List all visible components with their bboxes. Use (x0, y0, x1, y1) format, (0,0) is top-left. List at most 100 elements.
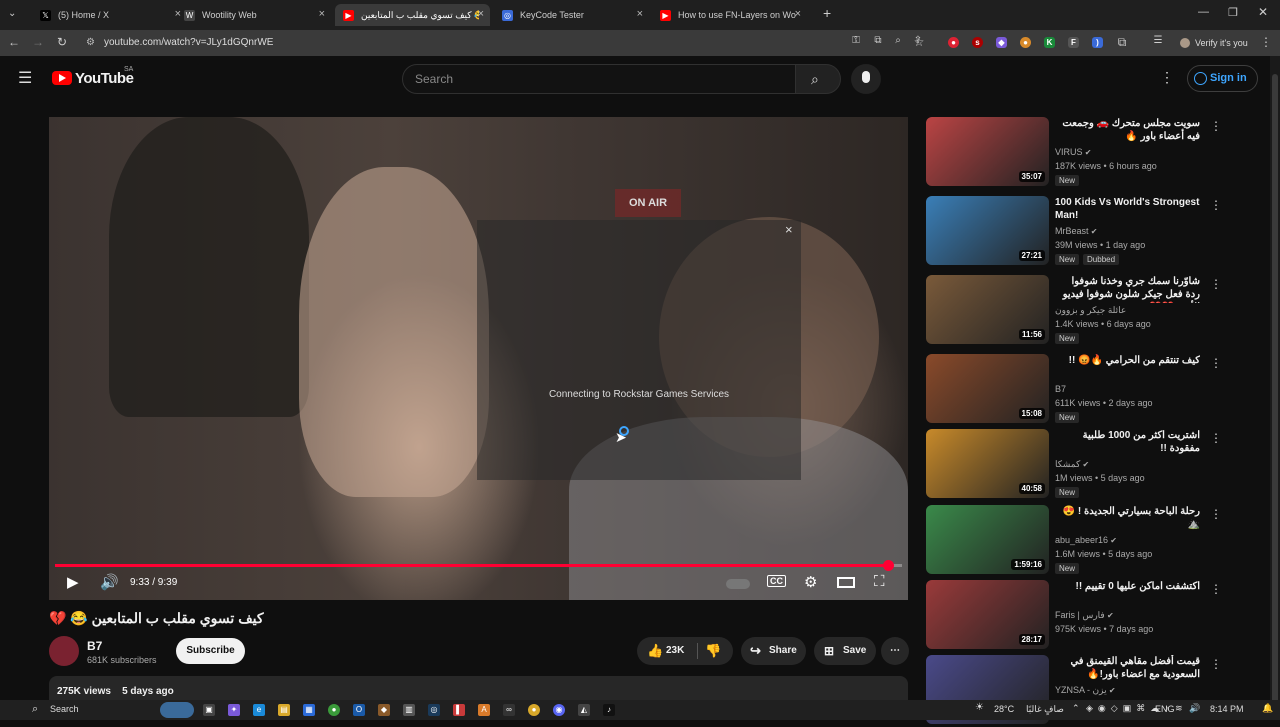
tab-close-icon[interactable]: × (637, 8, 643, 20)
related-video-title[interactable]: قيمت أفضل مقاهي القيمنق في السعودية مع ا… (1055, 655, 1200, 681)
search-icon[interactable]: ⌕ (32, 703, 38, 716)
app-icon-1[interactable]: ◆ (378, 704, 390, 716)
install-app-icon[interactable]: ⧉ (870, 35, 886, 46)
save-button[interactable]: ⊞ Save (814, 637, 876, 665)
volume-icon[interactable]: 🔊 (100, 573, 119, 591)
voice-search-button[interactable] (851, 64, 881, 94)
related-channel-name[interactable]: MrBeast ✔ (1055, 226, 1097, 236)
related-video-title[interactable]: رحلة الباحة بسيارتي الجديدة ! 😍⛰️ (1055, 505, 1200, 531)
steam-icon[interactable]: ◎ (428, 704, 440, 716)
browser-tab[interactable]: 𝕏 (5) Home / X × (32, 4, 187, 26)
more-options-icon[interactable]: ⋮ (1210, 657, 1222, 671)
more-actions-button[interactable]: ⋯ (881, 637, 909, 665)
profile-label[interactable]: Verify it's you (1195, 38, 1248, 48)
video-thumbnail[interactable]: 27:21 (926, 196, 1049, 265)
related-video-item[interactable]: 27:21 100 Kids Vs World's Strongest Man! M… (926, 196, 1226, 268)
app-icon-7[interactable]: ◭ (578, 704, 590, 716)
video-thumbnail[interactable]: 1:59:16 (926, 505, 1049, 574)
related-video-title[interactable]: اكتشفت اماكن عليها 0 تقييم !! (1055, 580, 1200, 593)
related-channel-name[interactable]: Faris | فارس ✔ (1055, 610, 1114, 621)
new-tab-button[interactable]: + (823, 5, 831, 21)
tab-close-icon[interactable]: × (319, 8, 325, 20)
related-video-title[interactable]: شاوّرنا سمك جري وخذنا شوفوا ردة فعل جيكر… (1055, 275, 1200, 303)
copilot-icon[interactable]: ✦ (228, 704, 240, 716)
app-icon-2[interactable]: ▥ (403, 704, 415, 716)
like-button[interactable]: 👍 23K (637, 637, 697, 665)
related-video-item[interactable]: 40:58 اشتريت اكثر من 1000 طلبية مفقودة !!… (926, 429, 1226, 501)
tab-close-icon[interactable]: × (795, 8, 801, 20)
restore-button[interactable]: ❐ (1228, 6, 1238, 19)
video-player[interactable]: ON AIR × Connecting to Rockstar Games Se… (49, 117, 908, 600)
dialog-close-icon[interactable]: × (785, 222, 793, 237)
related-video-item[interactable]: 11:56 شاوّرنا سمك جري وخذنا شوفوا ردة فعل… (926, 275, 1226, 347)
more-options-icon[interactable]: ⋮ (1210, 119, 1222, 133)
news-widget-icon[interactable] (160, 702, 194, 718)
related-video-title[interactable]: كيف تنتقم من الحرامي 🔥😡 !! (1055, 354, 1200, 367)
settings-more-icon[interactable]: ⋮ (1160, 69, 1174, 86)
reading-list-icon[interactable]: ☰ (1150, 35, 1166, 46)
reload-icon[interactable]: ↻ (54, 35, 70, 49)
notifications-icon[interactable]: 🔔 (1262, 703, 1273, 714)
extension-f-icon[interactable]: F (1068, 37, 1079, 48)
password-key-icon[interactable]: ⚿ (848, 35, 864, 46)
extension-red-icon[interactable]: ● (948, 37, 959, 48)
outlook-icon[interactable]: O (353, 704, 365, 716)
browser-menu-icon[interactable]: ⋮ (1258, 35, 1274, 49)
search-button[interactable]: ⌕ (795, 64, 841, 94)
network-wifi-icon[interactable]: ≋ (1175, 703, 1183, 714)
clock[interactable]: 8:14 PM (1210, 704, 1244, 714)
search-input[interactable]: Search (402, 64, 796, 94)
autoplay-toggle[interactable] (726, 579, 750, 589)
scrollbar-thumb[interactable] (1272, 74, 1278, 714)
related-video-title[interactable]: 100 Kids Vs World's Strongest Man! (1055, 196, 1200, 222)
related-video-item[interactable]: 15:08 كيف تنتقم من الحرامي 🔥😡 !! B7 611K vi… (926, 354, 1226, 426)
dislike-button[interactable]: 👎 (705, 637, 721, 665)
video-thumbnail[interactable]: 40:58 (926, 429, 1049, 498)
related-channel-name[interactable]: كمشكا ✔ (1055, 459, 1089, 470)
chrome-icon[interactable]: ● (328, 704, 340, 716)
sign-in-button[interactable]: Sign in (1187, 65, 1258, 92)
zoom-icon[interactable]: ⌕ (890, 35, 906, 46)
related-channel-name[interactable]: YZNSA - يزن ✔ (1055, 685, 1116, 696)
back-icon[interactable]: ← (6, 35, 22, 49)
channel-avatar[interactable] (49, 636, 79, 666)
related-video-title[interactable]: سويت مجلس متحرك 🚗 وجمعت فيه أعضاء باور 🔥 (1055, 117, 1200, 143)
extension-k-icon[interactable]: K (1044, 37, 1055, 48)
progress-bar[interactable] (55, 560, 902, 571)
more-options-icon[interactable]: ⋮ (1210, 431, 1222, 445)
site-info-icon[interactable]: ⚙ (86, 34, 95, 52)
hamburger-menu-icon[interactable]: ☰ (18, 68, 32, 88)
related-video-title[interactable]: اشتريت اكثر من 1000 طلبية مفقودة !! (1055, 429, 1200, 455)
captions-icon[interactable]: CC (767, 575, 786, 587)
weather-temp[interactable]: 28°C (994, 704, 1014, 714)
video-thumbnail[interactable]: 28:17 (926, 580, 1049, 649)
minimize-button[interactable]: — (1198, 6, 1209, 18)
related-channel-name[interactable]: abu_abeer16 ✔ (1055, 535, 1117, 545)
more-options-icon[interactable]: ⋮ (1210, 356, 1222, 370)
related-video-item[interactable]: 1:59:16 رحلة الباحة بسيارتي الجديدة ! 😍⛰️… (926, 505, 1226, 577)
more-options-icon[interactable]: ⋮ (1210, 198, 1222, 212)
bookmark-star-icon[interactable]: ☆ (911, 35, 927, 49)
related-video-item[interactable]: 28:17 اكتشفت اماكن عليها 0 تقييم !! Faris … (926, 580, 1226, 652)
extensions-puzzle-icon[interactable]: ⧉ (1114, 35, 1130, 50)
theater-mode-icon[interactable] (837, 577, 855, 588)
store-icon[interactable]: ▦ (303, 704, 315, 716)
channel-name[interactable]: B7 (87, 639, 102, 653)
app-icon-4[interactable]: A (478, 704, 490, 716)
extension-ublock-icon[interactable]: s (972, 37, 983, 48)
play-icon[interactable]: ▶ (67, 573, 79, 591)
close-window-button[interactable]: ✕ (1258, 5, 1268, 19)
extension-shield-icon[interactable]: ◆ (996, 37, 1007, 48)
edge-icon[interactable]: e (253, 704, 265, 716)
forward-icon[interactable]: → (30, 35, 46, 49)
related-video-item[interactable]: 35:07 سويت مجلس متحرك 🚗 وجمعت فيه أعضاء ب… (926, 117, 1226, 189)
task-view-icon[interactable]: ▣ (203, 704, 215, 716)
share-button[interactable]: ↪ Share (741, 637, 806, 665)
video-thumbnail[interactable]: 11:56 (926, 275, 1049, 344)
video-thumbnail[interactable]: 15:08 (926, 354, 1049, 423)
app-icon-5[interactable]: ∞ (503, 704, 515, 716)
tab-close-icon[interactable]: × (478, 8, 484, 20)
weather-desc[interactable]: صافٍ غالبًا (1026, 704, 1064, 715)
scrubber-handle[interactable] (883, 560, 894, 571)
related-channel-name[interactable]: VIRUS ✔ (1055, 147, 1091, 157)
